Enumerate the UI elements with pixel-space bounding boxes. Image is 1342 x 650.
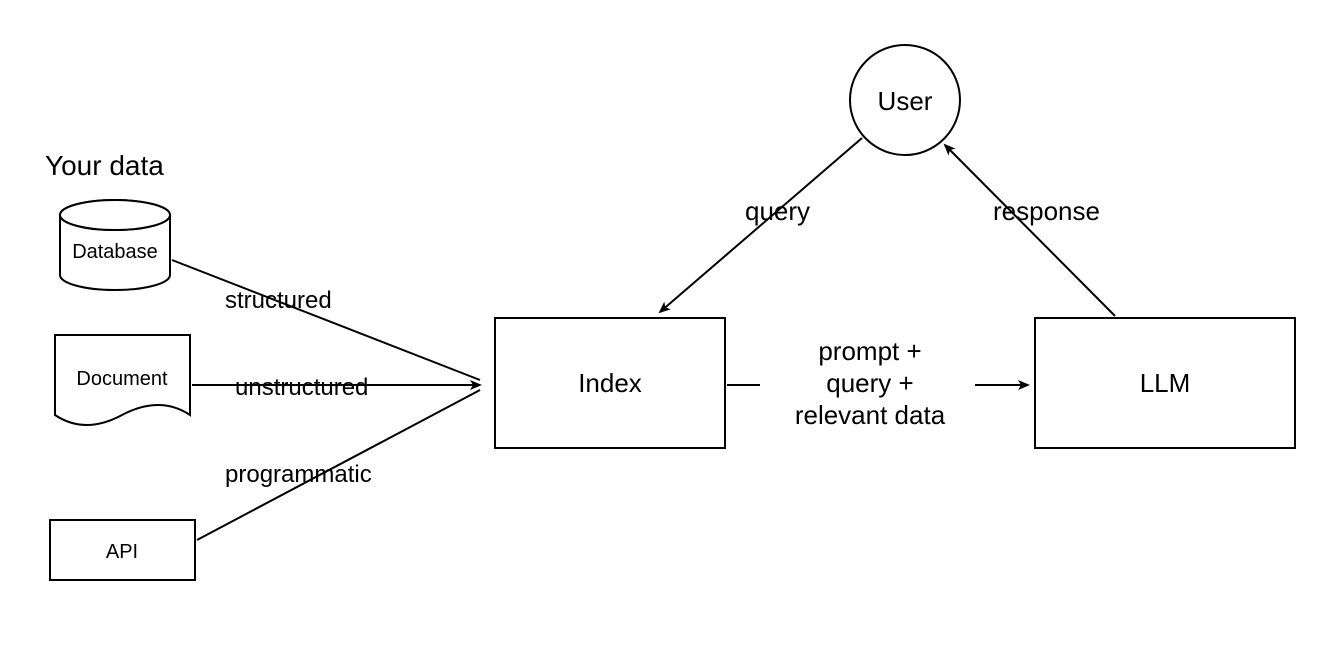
data-source-edges: structured unstructured programmatic xyxy=(172,260,480,540)
section-title: Your data xyxy=(45,150,164,181)
user-label: User xyxy=(878,86,933,116)
index-node: Index xyxy=(495,318,725,448)
edge-query: query xyxy=(660,138,862,312)
edge-prompt-line1: prompt + xyxy=(818,336,921,366)
edge-prompt: prompt + query + relevant data xyxy=(727,336,1028,430)
database-label: Database xyxy=(72,241,158,263)
edge-response: response xyxy=(945,145,1115,316)
llm-node: LLM xyxy=(1035,318,1295,448)
edge-prompt-line3: relevant data xyxy=(795,400,946,430)
edge-prompt-line2: query + xyxy=(826,368,913,398)
document-label: Document xyxy=(76,368,168,390)
index-label: Index xyxy=(578,368,642,398)
api-label: API xyxy=(106,541,138,563)
user-node: User xyxy=(850,45,960,155)
edge-response-label: response xyxy=(993,196,1100,226)
edge-unstructured-label: unstructured xyxy=(235,374,368,401)
llm-label: LLM xyxy=(1140,368,1191,398)
edge-programmatic-label: programmatic xyxy=(225,461,372,488)
api-node: API xyxy=(50,520,195,580)
edge-structured-label: structured xyxy=(225,287,332,314)
edge-query-label: query xyxy=(745,196,810,226)
document-node: Document xyxy=(55,335,190,425)
database-node: Database xyxy=(60,200,170,290)
diagram-canvas: Your data Database Document API Index LL… xyxy=(0,0,1342,650)
